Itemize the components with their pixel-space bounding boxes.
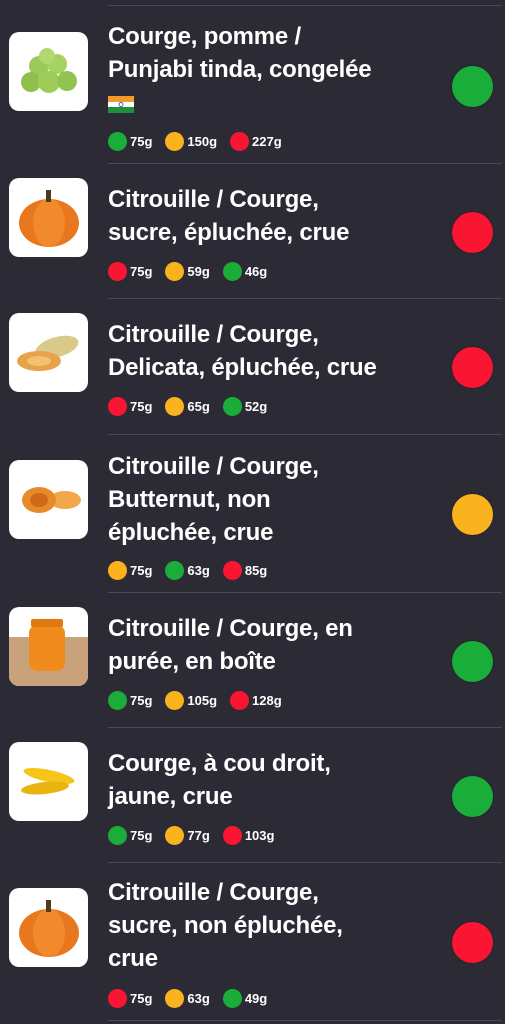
dose-label: 63g bbox=[187, 990, 210, 1006]
india-flag-icon bbox=[108, 96, 134, 113]
dose-label: 75g bbox=[130, 692, 153, 708]
pumpkin-image bbox=[9, 178, 88, 257]
dose-label: 52g bbox=[244, 398, 268, 414]
divider bbox=[108, 298, 502, 299]
dose-row: 75g 59g 46g bbox=[108, 261, 280, 281]
pumpkin-image bbox=[9, 888, 88, 967]
dose-label: 46g bbox=[244, 263, 268, 279]
dose-row: 75g 105g 128g bbox=[108, 690, 295, 710]
item-title: Courge, à cou droit, jaune, crue bbox=[108, 750, 331, 810]
item-title: Citrouille / Courge, sucre, non épluchée,… bbox=[108, 879, 343, 972]
status-red-icon bbox=[452, 212, 493, 253]
divider bbox=[108, 862, 502, 863]
status-green-icon bbox=[452, 66, 493, 107]
dose-label: 59g bbox=[187, 263, 210, 279]
dose-row: 75g 65g 52g bbox=[108, 396, 280, 416]
orange-dot-icon bbox=[165, 261, 185, 281]
dose-label: 227g bbox=[252, 133, 282, 149]
status-green-icon bbox=[452, 641, 493, 682]
divider bbox=[108, 592, 502, 593]
status-orange-icon bbox=[452, 494, 493, 535]
divider bbox=[108, 5, 502, 6]
red-dot-icon bbox=[222, 825, 242, 845]
dose-label: 63g bbox=[187, 562, 210, 578]
orange-dot-icon bbox=[165, 825, 185, 845]
orange-dot-icon bbox=[108, 560, 127, 580]
dose-label: 49g bbox=[244, 990, 268, 1006]
item-title: Citrouille / Courge, en purée, en boîte bbox=[108, 615, 353, 675]
dose-label: 105g bbox=[187, 692, 218, 708]
green-dot-icon bbox=[222, 988, 242, 1008]
butternut-squash-image bbox=[9, 460, 88, 539]
dose-label: 103g bbox=[244, 827, 275, 843]
dose-label: 75g bbox=[130, 398, 153, 414]
green-dot-icon bbox=[165, 560, 185, 580]
red-dot-icon bbox=[230, 690, 250, 710]
dose-label: 150g bbox=[187, 133, 218, 149]
dose-label: 75g bbox=[130, 562, 153, 578]
green-dot-icon bbox=[222, 396, 242, 416]
food-list: Courge, pomme / Punjabi tinda, congelée 7… bbox=[0, 0, 505, 1024]
dose-row: 75g 63g 85g bbox=[108, 560, 280, 580]
orange-dot-icon bbox=[165, 690, 185, 710]
divider bbox=[108, 434, 502, 435]
item-title: Citrouille / Courge, sucre, épluchée, cru… bbox=[108, 186, 350, 246]
divider bbox=[108, 163, 502, 164]
dose-label: 77g bbox=[187, 827, 210, 843]
divider bbox=[108, 1020, 502, 1021]
status-red-icon bbox=[452, 922, 493, 963]
green-dot-icon bbox=[108, 131, 127, 151]
green-dot-icon bbox=[108, 825, 127, 845]
dose-row: 75g 77g 103g bbox=[108, 825, 287, 845]
pumpkin-puree-jar-image bbox=[9, 607, 88, 686]
yellow-squash-image bbox=[9, 742, 88, 821]
dose-row: 75g 150g 227g bbox=[108, 131, 295, 151]
dose-row: 75g 63g 49g bbox=[108, 988, 280, 1008]
dose-label: 75g bbox=[130, 263, 153, 279]
orange-dot-icon bbox=[165, 396, 185, 416]
dose-label: 65g bbox=[187, 398, 210, 414]
dose-label: 85g bbox=[244, 562, 268, 578]
red-dot-icon bbox=[230, 131, 250, 151]
dose-label: 75g bbox=[130, 827, 153, 843]
status-red-icon bbox=[452, 347, 493, 388]
red-dot-icon bbox=[222, 560, 242, 580]
green-dot-icon bbox=[108, 690, 127, 710]
item-title: Courge, pomme / Punjabi tinda, congelée bbox=[108, 23, 372, 83]
dose-label: 75g bbox=[130, 133, 153, 149]
status-green-icon bbox=[452, 776, 493, 817]
green-round-squash-image bbox=[9, 32, 88, 111]
dose-label: 128g bbox=[252, 692, 282, 708]
green-dot-icon bbox=[222, 261, 242, 281]
delicata-squash-image bbox=[9, 313, 88, 392]
orange-dot-icon bbox=[165, 131, 185, 151]
item-title: Citrouille / Courge, Butternut, non épluch… bbox=[108, 453, 319, 546]
red-dot-icon bbox=[108, 396, 127, 416]
divider bbox=[108, 727, 502, 728]
red-dot-icon bbox=[108, 988, 127, 1008]
orange-dot-icon bbox=[165, 988, 185, 1008]
red-dot-icon bbox=[108, 261, 127, 281]
dose-label: 75g bbox=[130, 990, 153, 1006]
item-title: Citrouille / Courge, Delicata, épluchée, … bbox=[108, 321, 377, 381]
